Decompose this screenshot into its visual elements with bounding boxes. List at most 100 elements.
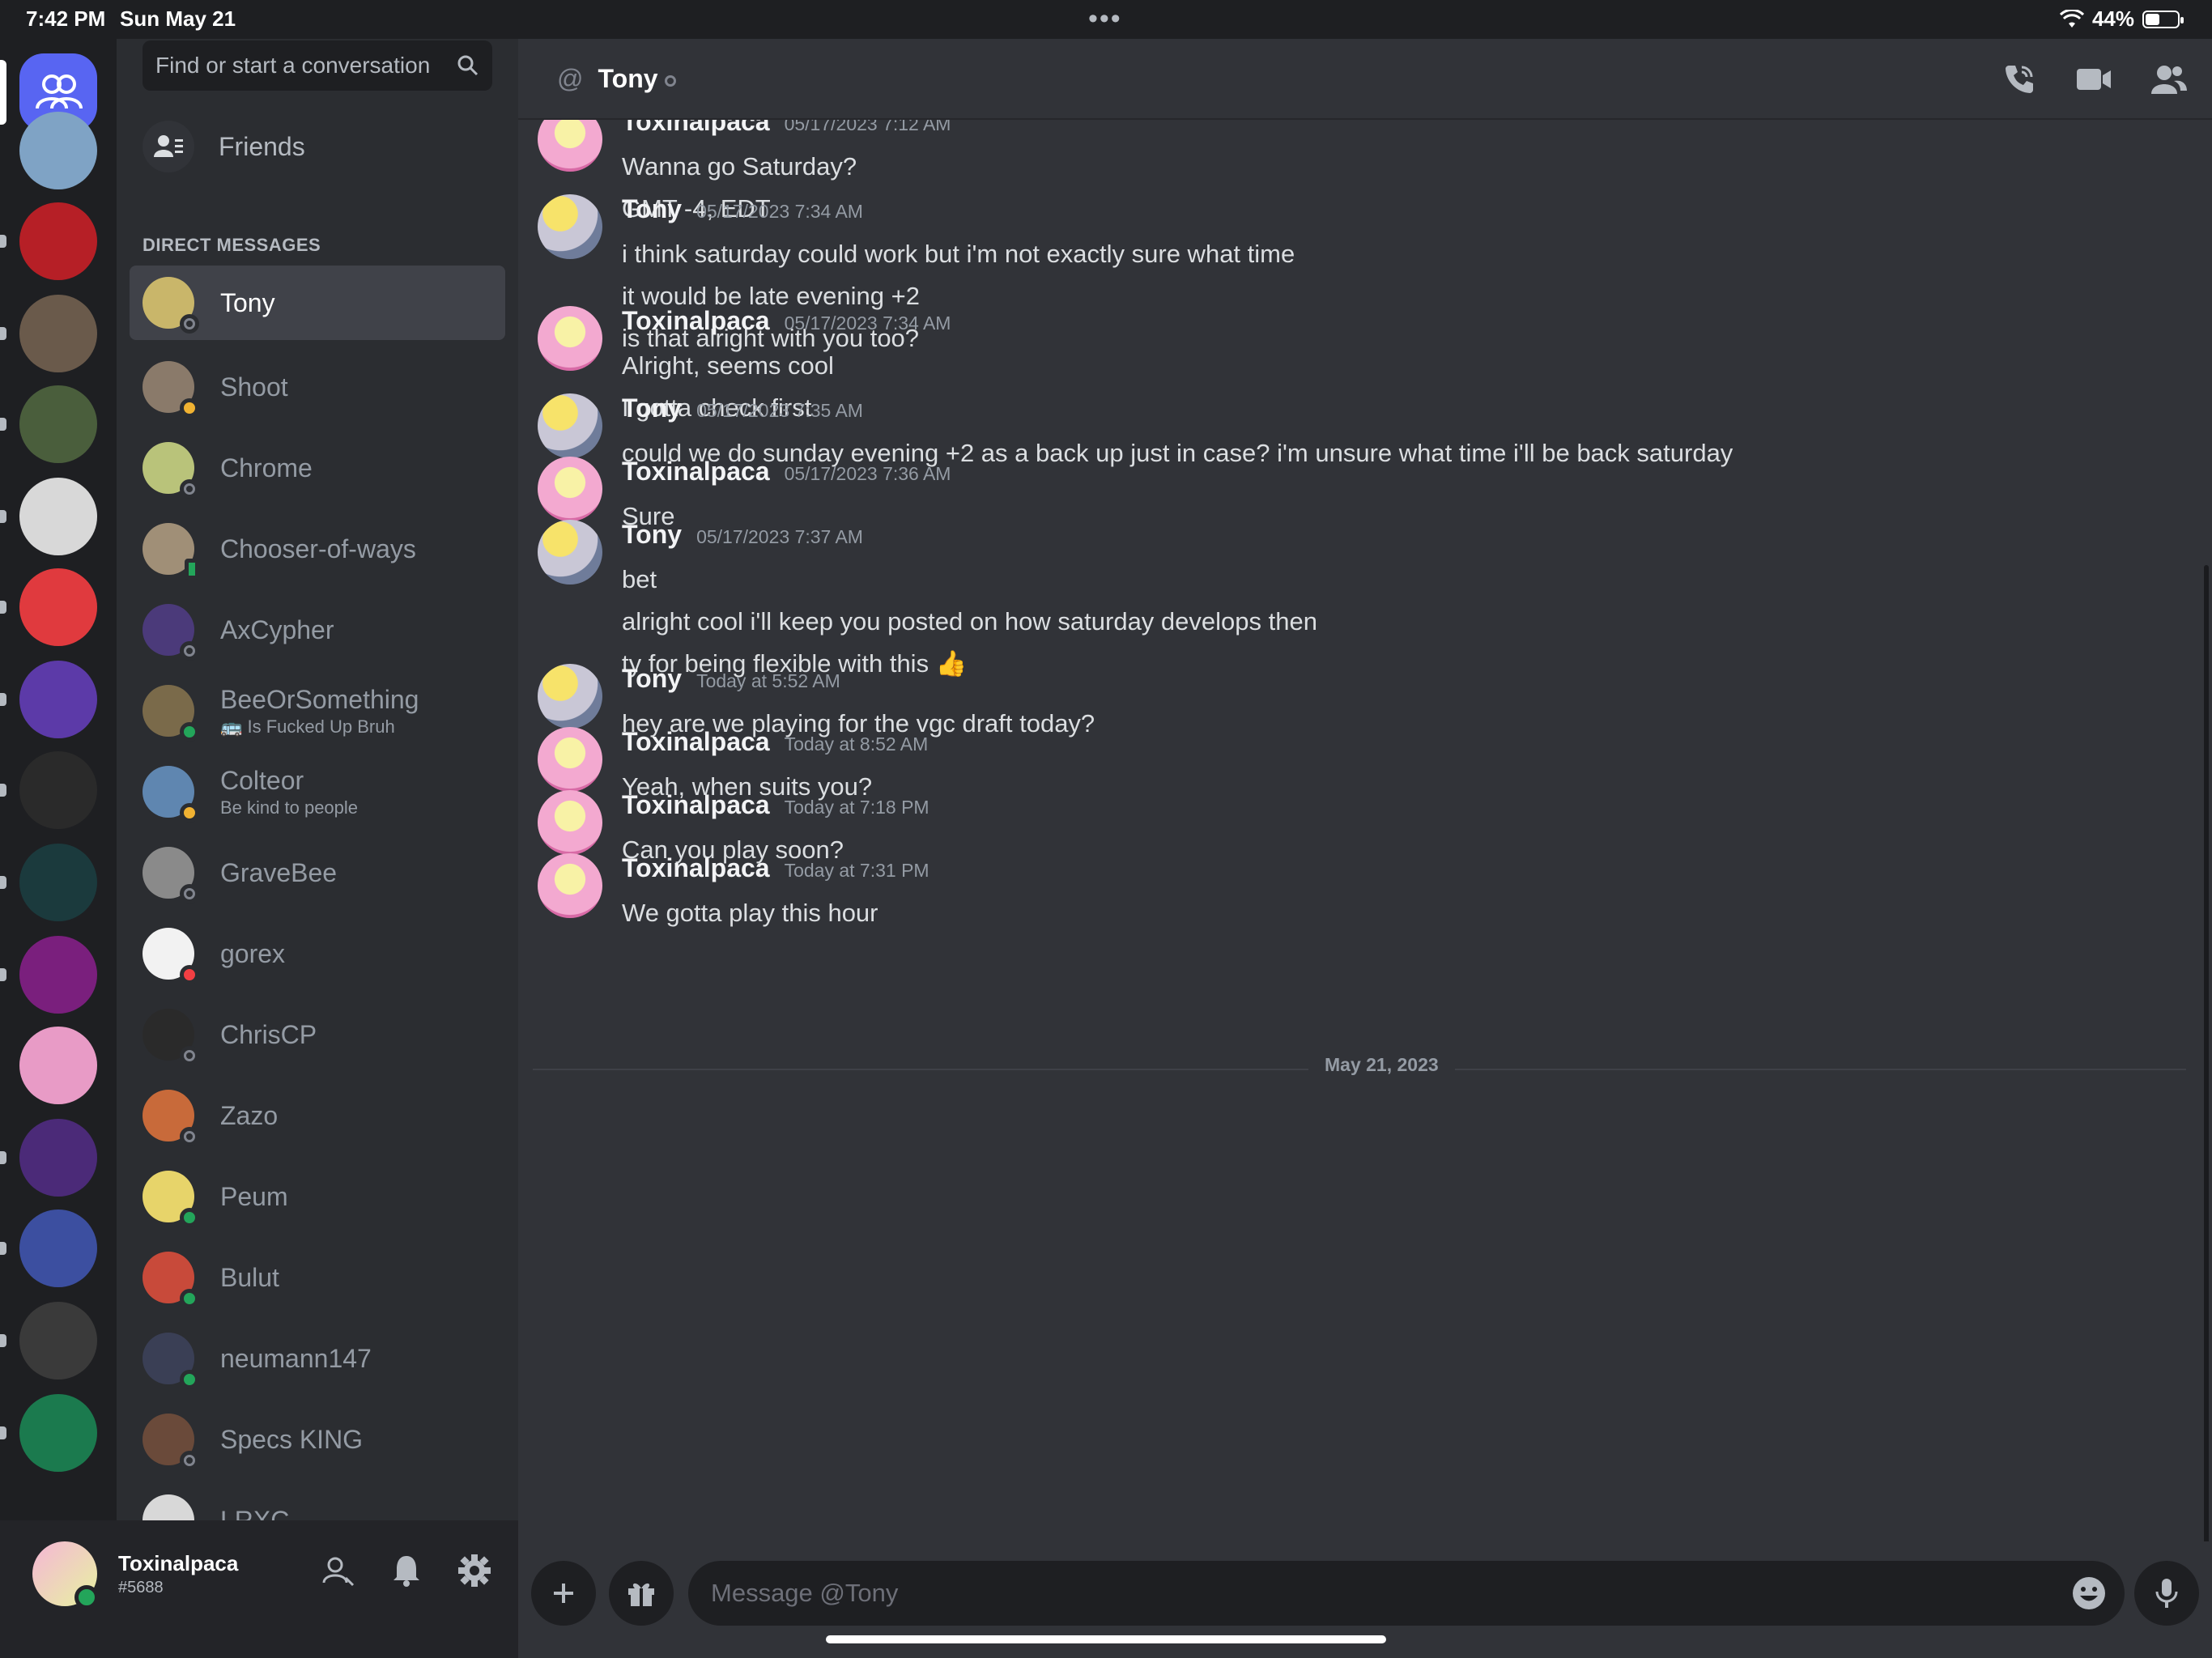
voice-message-button[interactable] [2134, 1561, 2199, 1626]
avatar[interactable] [538, 790, 602, 855]
emoji-icon[interactable] [2069, 1574, 2108, 1613]
dm-item[interactable]: Chooser-of-ways [130, 508, 505, 589]
server-icon[interactable] [19, 661, 97, 738]
server-icon[interactable] [19, 936, 97, 1014]
message-author[interactable]: Toxinalpaca [622, 853, 770, 883]
message-author[interactable]: Toxinalpaca [622, 306, 770, 336]
friends-button[interactable]: Friends [130, 110, 492, 183]
dm-item[interactable]: neumann147 [130, 1318, 505, 1399]
message-list[interactable]: May 21, 2023 Toxinalpaca 05/17/2023 7:12 … [518, 120, 2186, 1566]
dm-name: gorex [220, 938, 286, 968]
server-icon[interactable] [19, 1302, 97, 1380]
dm-custom-status: Be kind to people [220, 797, 359, 818]
dm-section-header: DIRECT MESSAGES [143, 235, 321, 255]
message-timestamp: 05/17/2023 7:12 AM [784, 120, 951, 134]
dm-item[interactable]: Tony [130, 266, 505, 340]
notifications-bell-icon[interactable] [389, 1553, 424, 1588]
add-attachment-button[interactable] [531, 1561, 596, 1626]
home-indicator[interactable] [826, 1635, 1386, 1643]
server-icon[interactable] [19, 1119, 97, 1197]
avatar[interactable] [538, 120, 602, 172]
dm-item[interactable]: Zazo [130, 1075, 505, 1156]
status-online-icon [180, 1208, 199, 1227]
settings-gear-icon[interactable] [457, 1553, 492, 1588]
server-icon[interactable] [19, 568, 97, 646]
message-author[interactable]: Tony [622, 520, 682, 550]
server-icon[interactable] [19, 385, 97, 463]
wifi-icon [2059, 9, 2084, 28]
microphone-icon [2155, 1579, 2178, 1608]
avatar [143, 1252, 199, 1308]
avatar[interactable] [538, 194, 602, 259]
status-right: 44% [2059, 6, 2184, 32]
server-icon[interactable] [19, 751, 97, 829]
member-list-icon[interactable] [2149, 60, 2188, 99]
dm-item[interactable]: Bulut [130, 1237, 505, 1318]
offline-status-icon [664, 75, 676, 87]
multitasking-dots-icon[interactable]: ••• [1088, 3, 1122, 35]
voice-call-icon[interactable] [2000, 60, 2039, 99]
status-offline-icon [180, 1127, 199, 1146]
avatar[interactable] [538, 306, 602, 371]
avatar[interactable] [538, 457, 602, 521]
dm-item[interactable]: LRXC [130, 1480, 505, 1520]
dm-name: ChrisCP [220, 1019, 317, 1049]
dm-item[interactable]: BeeOrSomething 🚌 Is Fucked Up Bruh [130, 670, 505, 751]
dm-item[interactable]: AxCypher [130, 589, 505, 670]
selected-indicator [0, 60, 6, 125]
avatar[interactable] [538, 393, 602, 458]
unread-indicator [0, 1334, 6, 1347]
avatar [143, 442, 199, 499]
avatar [143, 685, 199, 742]
server-icon[interactable] [19, 844, 97, 921]
avatar[interactable] [538, 520, 602, 585]
user-name: Toxinalpaca [118, 1551, 239, 1575]
search-bar[interactable]: Find or start a conversation [143, 40, 492, 91]
avatar[interactable] [538, 664, 602, 729]
dm-item[interactable]: GraveBee [130, 832, 505, 913]
message-input[interactable] [711, 1579, 2006, 1608]
video-call-icon[interactable] [2074, 60, 2113, 99]
message-input-wrapper[interactable] [688, 1561, 2125, 1626]
server-icon[interactable] [19, 202, 97, 280]
scrollbar[interactable] [2204, 565, 2209, 1561]
dm-name: Peum [220, 1181, 288, 1211]
avatar[interactable] [538, 853, 602, 918]
dm-item[interactable]: gorex [130, 913, 505, 994]
server-icon[interactable] [19, 1027, 97, 1104]
server-icon[interactable] [19, 478, 97, 555]
unread-indicator [0, 1242, 6, 1255]
message-timestamp: 05/17/2023 7:34 AM [784, 312, 951, 334]
message-author[interactable]: Toxinalpaca [622, 457, 770, 487]
server-icon[interactable] [19, 1209, 97, 1287]
dm-item[interactable]: Peum [130, 1156, 505, 1237]
server-icon[interactable] [19, 295, 97, 372]
avatar [143, 1414, 199, 1470]
message-author[interactable]: Toxinalpaca [622, 790, 770, 820]
chat-title[interactable]: Tony [598, 64, 657, 94]
unread-indicator [0, 418, 6, 431]
status-offline-icon [180, 641, 199, 661]
gift-button[interactable] [609, 1561, 674, 1626]
dm-item[interactable]: Specs KING [130, 1399, 505, 1480]
dm-item[interactable]: Colteor Be kind to people [130, 751, 505, 832]
dm-item[interactable]: Shoot [130, 346, 505, 427]
unread-indicator [0, 327, 6, 340]
message-author[interactable]: Tony [622, 393, 682, 423]
search-people-icon[interactable] [321, 1553, 356, 1588]
dm-item[interactable]: ChrisCP [130, 994, 505, 1075]
dm-item[interactable]: Chrome [130, 427, 505, 508]
avatar[interactable] [538, 727, 602, 792]
message-author[interactable]: Tony [622, 664, 682, 694]
message-author[interactable]: Tony [622, 194, 682, 224]
avatar [143, 1090, 199, 1146]
message-author[interactable]: Toxinalpaca [622, 727, 770, 757]
message-author[interactable]: Toxinalpaca [622, 120, 770, 137]
date-divider-label: May 21, 2023 [1308, 1054, 1455, 1076]
gift-icon [628, 1583, 654, 1606]
user-tag: #5688 [118, 1579, 164, 1596]
server-icon[interactable] [19, 112, 97, 189]
server-icon[interactable] [19, 1394, 97, 1472]
status-offline-icon [180, 479, 199, 499]
message-timestamp: Today at 8:52 AM [784, 733, 929, 755]
